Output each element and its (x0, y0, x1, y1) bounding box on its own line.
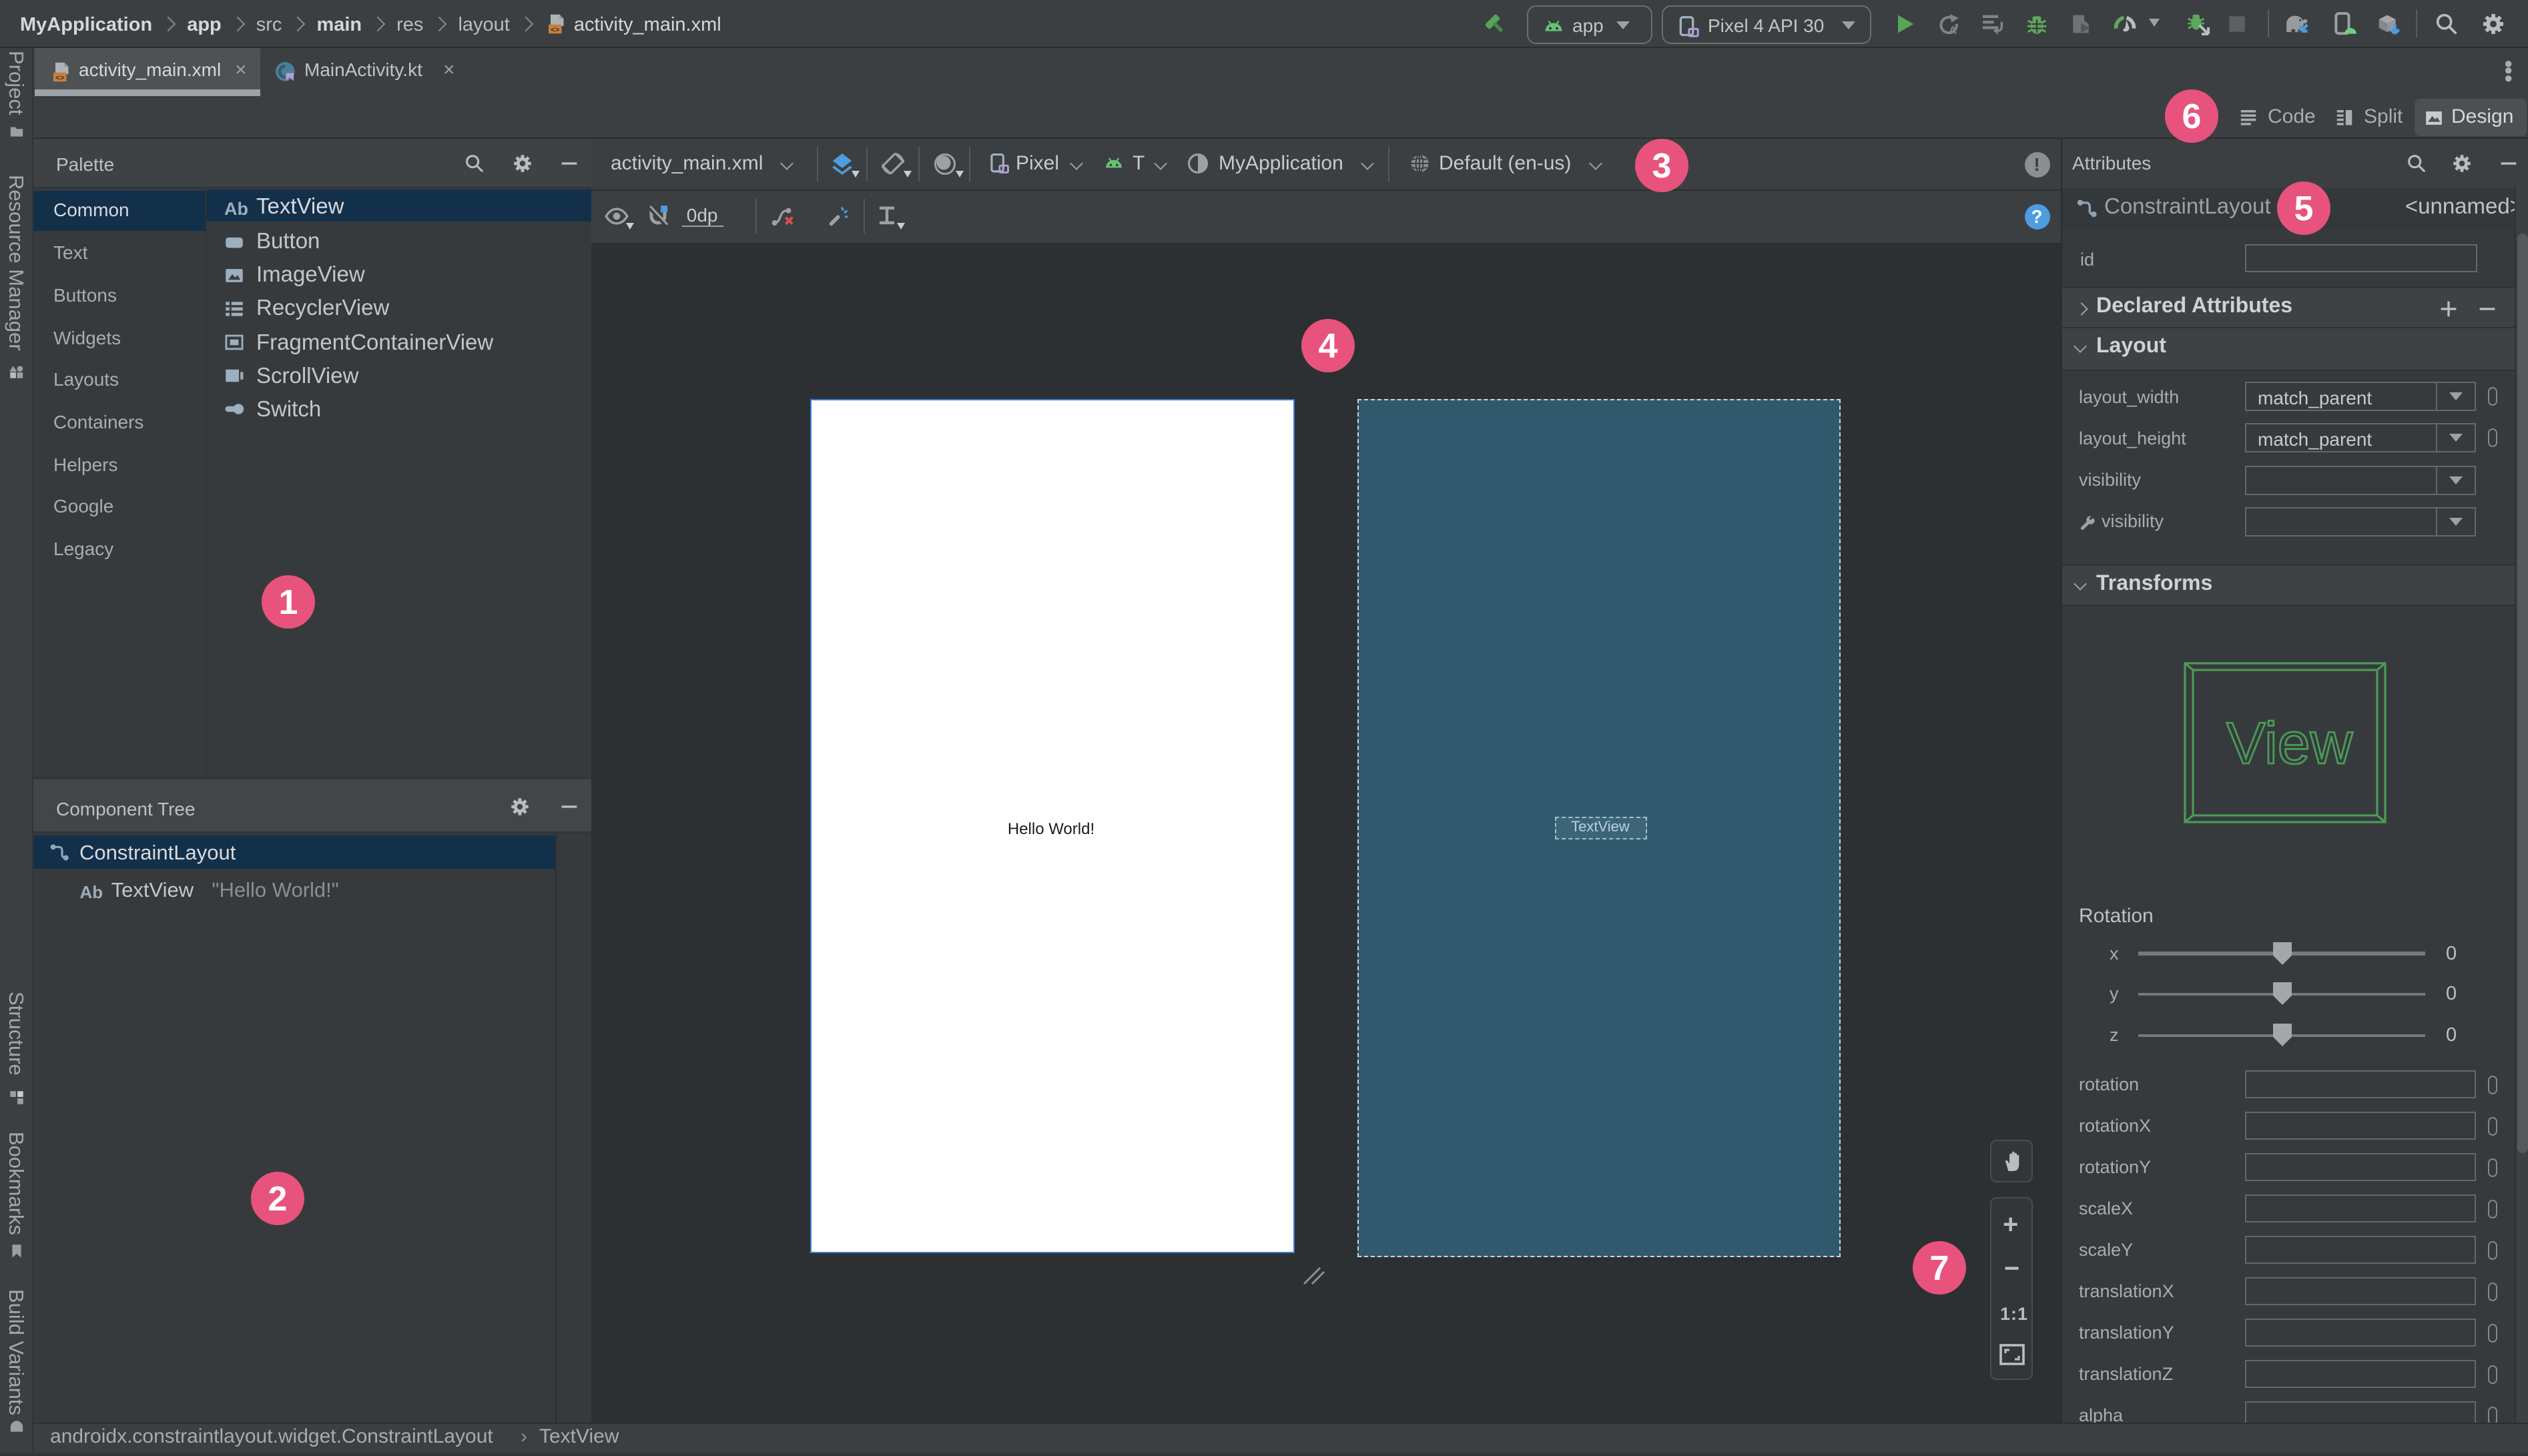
svg-text:View: View (2226, 709, 2352, 775)
